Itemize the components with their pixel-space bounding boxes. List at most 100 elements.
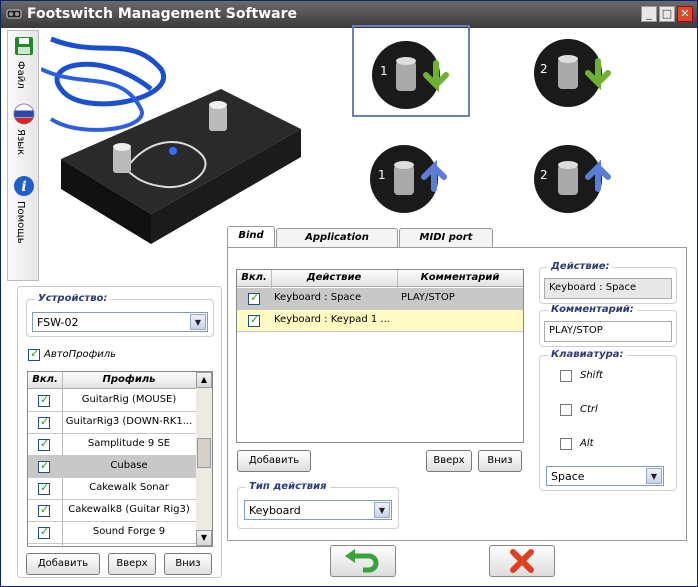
- profile-up-button[interactable]: Вверх: [108, 553, 156, 575]
- comment-field[interactable]: PLAY/STOP: [544, 321, 672, 342]
- comment-label: Комментарий:: [548, 304, 637, 315]
- menu-language-label: Язык: [15, 129, 26, 156]
- profile-name: Sound Forge 9: [92, 526, 166, 537]
- table-row[interactable]: GuitarRig3 (DOWN-RK1...: [28, 412, 196, 434]
- bind-comment: PLAY/STOP: [401, 292, 455, 303]
- action-type-group: Тип действия Keyboard ▼: [237, 481, 399, 529]
- pedal1-up-arrow-icon: 1: [370, 145, 447, 213]
- svg-text:1: 1: [380, 64, 388, 78]
- action-type-select[interactable]: Keyboard ▼: [244, 500, 392, 520]
- save-icon: [15, 37, 33, 55]
- table-row[interactable]: Cakewalk Sonar: [28, 478, 196, 500]
- profile-name: GuitarRig3 (DOWN-RK1...: [65, 416, 193, 427]
- svg-text:1: 1: [378, 168, 386, 182]
- key-select[interactable]: Space ▼: [546, 466, 664, 486]
- main-window: Footswitch Management Software _ □ ✕ Фай…: [0, 0, 698, 587]
- table-row[interactable]: Cakewalk8 (Guitar Rig3): [28, 500, 196, 522]
- device-select[interactable]: FSW-02 ▼: [32, 312, 208, 332]
- bind-col-enabled: Вкл.: [241, 272, 267, 283]
- profile-enabled-checkbox[interactable]: [38, 415, 50, 429]
- profile-col-name: Профиль: [102, 374, 156, 385]
- bind-tab-panel: Вкл. Действие Комментарий Keyboard : Spa…: [227, 247, 687, 541]
- keyboard-group: Клавиатура: Shift Ctrl Alt Space ▼: [539, 349, 677, 491]
- scroll-thumb[interactable]: [197, 438, 211, 468]
- action-detail-label: Действие:: [548, 261, 613, 272]
- bind-action: Keyboard : Keypad 1 ...: [274, 314, 390, 325]
- cancel-x-icon: [510, 549, 534, 573]
- ok-button[interactable]: [330, 545, 396, 577]
- table-row[interactable]: Samplitude 9 SE: [28, 434, 196, 456]
- profile-enabled-checkbox[interactable]: [38, 437, 50, 451]
- alt-label: Alt: [580, 438, 594, 449]
- profile-enabled-checkbox[interactable]: [38, 393, 50, 407]
- close-window-button[interactable]: ✕: [677, 6, 693, 22]
- language-icon: [13, 103, 35, 125]
- pedal2-release-action-tile[interactable]: 2: [516, 131, 634, 223]
- action-detail-group: Действие: Keyboard : Space: [539, 261, 677, 304]
- maximize-button[interactable]: □: [659, 6, 675, 22]
- bind-enabled-checkbox[interactable]: [248, 291, 260, 305]
- menu-help-label: Помощь: [15, 201, 26, 244]
- binding-up-button[interactable]: Вверх: [426, 450, 472, 472]
- profile-name: Cakewalk Sonar: [89, 482, 169, 493]
- shift-label: Shift: [580, 370, 603, 381]
- pedal2-press-action-tile[interactable]: 2: [516, 25, 634, 117]
- apply-arrow-icon: [345, 549, 379, 573]
- tab-bind[interactable]: Bind: [227, 226, 275, 248]
- cancel-button[interactable]: [489, 545, 555, 577]
- title-bar: Footswitch Management Software _ □ ✕: [1, 1, 697, 28]
- bind-enabled-checkbox[interactable]: [248, 313, 260, 327]
- profile-col-enabled: Вкл.: [32, 374, 58, 385]
- add-profile-button[interactable]: Добавить: [26, 553, 100, 575]
- footswitch-app-icon: [6, 9, 22, 19]
- left-toolbar: Файл Язык i Помощь: [7, 30, 39, 281]
- device-select-value: FSW-02: [37, 316, 79, 329]
- menu-language[interactable]: Язык: [10, 103, 38, 173]
- tab-midi-settings[interactable]: MIDI port settings: [399, 228, 493, 261]
- chevron-down-icon[interactable]: ▼: [646, 468, 662, 484]
- bind-action: Keyboard : Space: [274, 292, 362, 303]
- bind-col-comment: Комментарий: [420, 272, 500, 283]
- shift-checkbox[interactable]: [560, 370, 572, 382]
- profile-name: GuitarRig (MOUSE): [81, 394, 177, 405]
- scroll-up-icon[interactable]: ▲: [196, 372, 212, 388]
- keyboard-label: Клавиатура:: [548, 349, 627, 360]
- chevron-down-icon[interactable]: ▼: [374, 502, 390, 518]
- profile-enabled-checkbox[interactable]: [38, 481, 50, 495]
- profile-scrollbar[interactable]: ▲ ▼: [196, 372, 212, 546]
- profile-enabled-checkbox[interactable]: [38, 459, 50, 473]
- table-row[interactable]: Keyboard : Keypad 1 ...: [237, 310, 523, 332]
- profile-enabled-checkbox[interactable]: [38, 525, 50, 539]
- svg-text:2: 2: [540, 168, 548, 182]
- pedal1-press-action-tile[interactable]: 1: [352, 25, 470, 117]
- device-panel: Устройство: FSW-02 ▼ АвтоПрофиль Вкл. Пр…: [17, 286, 222, 578]
- svg-text:i: i: [21, 179, 26, 195]
- chevron-down-icon[interactable]: ▼: [190, 314, 206, 330]
- scroll-down-icon[interactable]: ▼: [196, 530, 212, 546]
- info-icon: i: [14, 176, 34, 196]
- pedal1-down-arrow-icon: 1: [372, 41, 449, 109]
- profile-enabled-checkbox[interactable]: [38, 503, 50, 517]
- bind-row-selected[interactable]: Keyboard : Space PLAY/STOP: [237, 288, 523, 310]
- profile-name: Cakewalk8 (Guitar Rig3): [68, 504, 190, 515]
- binding-down-button[interactable]: Вниз: [478, 450, 522, 472]
- pedal2-up-arrow-icon: 2: [534, 145, 611, 213]
- menu-help[interactable]: i Помощь: [10, 175, 38, 275]
- add-binding-button[interactable]: Добавить: [237, 450, 311, 472]
- bind-table: Вкл. Действие Комментарий Keyboard : Spa…: [236, 269, 524, 443]
- pedal1-release-action-tile[interactable]: 1: [352, 131, 470, 223]
- pedal2-down-arrow-icon: 2: [534, 39, 611, 107]
- table-row[interactable]: GuitarRig (MOUSE): [28, 390, 196, 412]
- minimize-button[interactable]: _: [641, 6, 657, 22]
- alt-checkbox[interactable]: [560, 438, 572, 450]
- key-select-value: Space: [551, 470, 585, 483]
- autoprofile-label: АвтоПрофиль: [44, 349, 116, 360]
- menu-file[interactable]: Файл: [10, 35, 38, 101]
- autoprofile-checkbox[interactable]: [28, 347, 40, 361]
- table-row[interactable]: Sound Forge 9: [28, 522, 196, 544]
- tab-app-autoswitch[interactable]: Application AutoSwitch: [276, 228, 398, 261]
- ctrl-checkbox[interactable]: [560, 404, 572, 416]
- table-row-selected[interactable]: Cubase: [28, 456, 196, 478]
- profile-down-button[interactable]: Вниз: [164, 553, 212, 575]
- ctrl-label: Ctrl: [580, 404, 598, 415]
